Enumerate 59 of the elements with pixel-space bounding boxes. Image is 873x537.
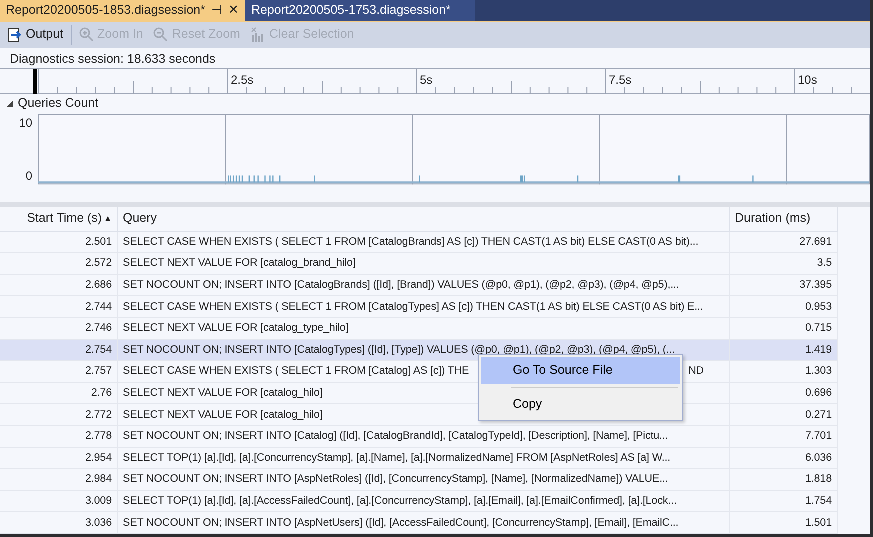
table-cell: 1.818 <box>730 469 838 491</box>
zoom-in-icon <box>78 26 94 43</box>
table-cell: SELECT CASE WHEN EXISTS ( SELECT 1 FROM [CatalogBrands] AS [c]) THEN CAST(1 AS bit) ELSE CAST(0 AS bit)... <box>118 232 730 254</box>
table-cell: 1.754 <box>730 490 838 512</box>
document-tab[interactable]: Report20200505-1753.diagsession* <box>245 0 476 21</box>
table-cell: 27.691 <box>730 232 838 254</box>
table-cell: 3.036 <box>0 512 118 534</box>
table-cell-text: SELECT CASE WHEN EXISTS ( SELECT 1 FROM [Catalog] AS [c]) THE <box>123 364 470 380</box>
table-cell: 37.395 <box>730 274 838 296</box>
toolbar-button[interactable]: Output <box>4 23 67 46</box>
table-cell: 2.76 <box>0 382 118 404</box>
table-cell: 1.501 <box>730 512 838 534</box>
document-tab[interactable]: Report20200505-1853.diagsession* ⊣ ✕ <box>0 0 246 21</box>
zoom-reset-icon <box>153 26 168 43</box>
table-cell: SELECT TOP(1) [a].[Id], [a].[ConcurrencyStamp], [a].[Name], [a].[NormalizedName] FROM [AspNetRoles] AS [a] W... <box>118 448 730 470</box>
table-cell-text: ND <box>688 364 704 380</box>
table-cell: SET NOCOUNT ON; INSERT INTO [CatalogBrands] ([Id], [Brand]) VALUES (@p0, @p1), (@p2, @p3), (@p4, @p5),... <box>118 274 730 296</box>
table-cell: 0.953 <box>730 296 838 318</box>
table-cell: 2.772 <box>0 404 118 426</box>
sort-icon: ▲ <box>104 212 112 225</box>
table-cell: 2.572 <box>0 253 118 275</box>
table-cell: 2.954 <box>0 448 118 470</box>
track-title: Queries Count <box>18 95 99 112</box>
ruler-label: 7.5s <box>609 72 632 89</box>
table-cell: 2.778 <box>0 426 118 448</box>
table-cell: SELECT TOP(1) [a].[Id], [a].[AccessFailedCount], [a].[ConcurrencyStamp], [a].[Email], [a].[EmailConfirmed], [a].[Lock... <box>118 490 730 512</box>
axis-label: 0 <box>26 168 33 185</box>
table-cell: SELECT CASE WHEN EXISTS ( SELECT 1 FROM [CatalogTypes] AS [c]) THEN CAST(1 AS bit) ELSE CAST(0 AS bit) E... <box>118 296 730 318</box>
table-cell: 0.271 <box>730 404 838 426</box>
table-cell: SET NOCOUNT ON; INSERT INTO [Catalog] ([Id], [CatalogBrandId], [CatalogTypeId], [Description], [Name], [Pictu... <box>118 426 730 448</box>
table-cell: 3.5 <box>730 253 838 275</box>
table-cell: SET NOCOUNT ON; INSERT INTO [AspNetUsers] ([Id], [AccessFailedCount], [ConcurrencyStamp], [Email], [EmailC... <box>118 512 730 534</box>
table-cell: 2.757 <box>0 361 118 383</box>
ruler-label: 5s <box>420 72 433 89</box>
column-header[interactable]: Start Time (s) ▲ <box>0 206 118 232</box>
table-cell: 0.696 <box>730 382 838 404</box>
table-cell: SET NOCOUNT ON; INSERT INTO [AspNetRoles] ([Id], [ConcurrencyStamp], [Name], [NormalizedName]) VALUE... <box>118 469 730 491</box>
chart-clear-icon <box>250 26 266 43</box>
table-cell: 2.744 <box>0 296 118 318</box>
table-cell: 3.009 <box>0 490 118 512</box>
pin-icon[interactable]: ⊣ <box>211 1 222 20</box>
menu-item[interactable]: Go To Source File <box>481 357 680 384</box>
table-cell: SELECT NEXT VALUE FOR [catalog_brand_hilo] <box>118 253 730 275</box>
table-cell: 1.419 <box>730 340 838 362</box>
table-cell: 7.701 <box>730 426 838 448</box>
table-cell: 2.984 <box>0 469 118 491</box>
ruler-label: 10s <box>798 72 818 89</box>
ruler-label: 2.5s <box>231 72 254 89</box>
table-cell: 1.303 <box>730 361 838 383</box>
output-icon <box>7 26 22 43</box>
table-cell: 2.754 <box>0 340 118 362</box>
axis-label: 10 <box>19 114 33 132</box>
table-cell: 2.686 <box>0 274 118 296</box>
close-icon[interactable]: ✕ <box>228 1 240 20</box>
column-header[interactable]: Duration (ms) <box>730 206 838 232</box>
session-duration-label: Diagnostics session: 18.633 seconds <box>9 50 217 68</box>
column-header[interactable]: Query <box>118 206 730 232</box>
table-cell: 6.036 <box>730 448 838 470</box>
table-cell: 2.501 <box>0 232 118 254</box>
